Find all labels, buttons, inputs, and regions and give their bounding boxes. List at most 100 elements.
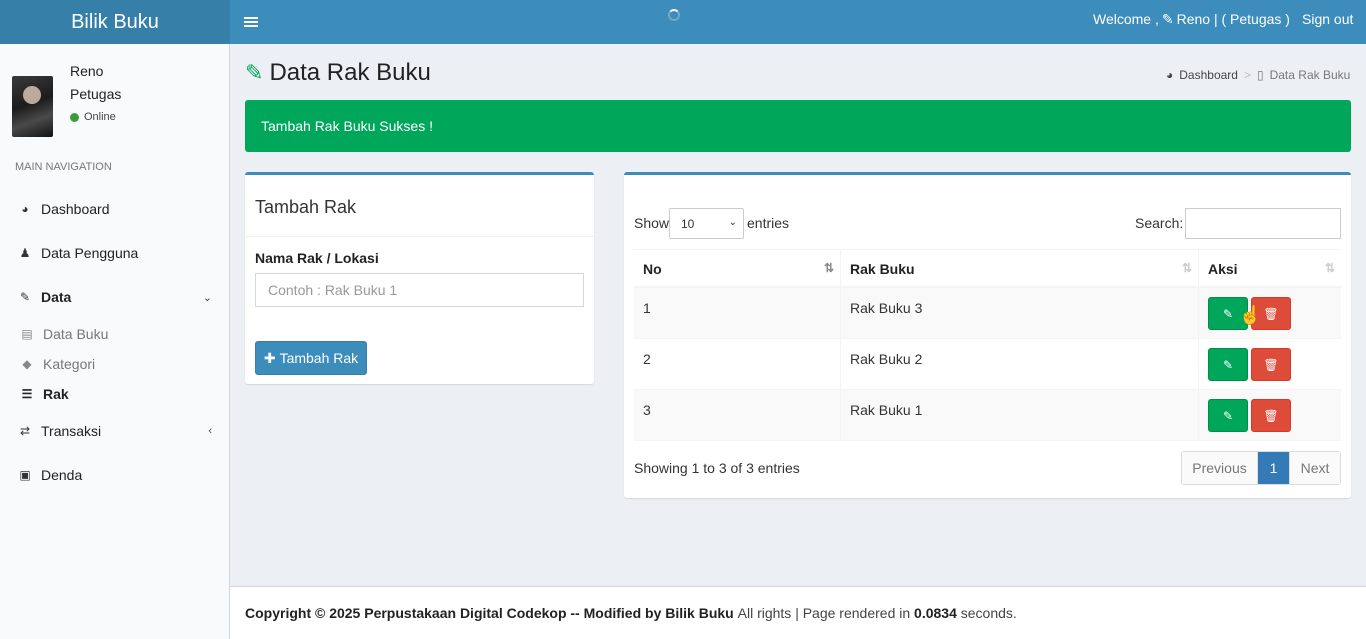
edit-icon: ✎ — [1222, 306, 1234, 321]
edit-button[interactable]: ✎ — [1208, 297, 1248, 330]
column-label: Rak Buku — [850, 261, 915, 277]
chevron-down-icon: ⌄ — [202, 291, 212, 304]
tags-icon: ◆ — [22, 357, 32, 371]
page-1-button[interactable]: 1 — [1258, 452, 1289, 484]
cell-aksi: ✎ 🗑 — [1198, 339, 1341, 390]
breadcrumb-separator: > — [1243, 68, 1251, 82]
show-label: Show — [634, 215, 670, 231]
cell-no: 1 — [643, 300, 651, 316]
book-icon: ▤ — [21, 327, 33, 341]
success-alert: Tambah Rak Buku Sukses ! — [245, 100, 1351, 152]
add-rak-box: Tambah Rak Nama Rak / Lokasi ✚ Tambah Ra… — [245, 172, 594, 384]
page-title: ✎ Data Rak Buku — [245, 59, 431, 87]
footer-rights: All rights | Page rendered in — [737, 605, 911, 621]
rak-table: No ⇅ Rak Buku ⇅ Aksi ⇅ 1 Rak Buku 3 ✎ 🗑 … — [634, 249, 1341, 441]
table-row: 2 Rak Buku 2 ✎ 🗑 — [634, 339, 1341, 390]
delete-button[interactable]: 🗑 — [1251, 348, 1291, 381]
sidebar-subitem-label: Rak — [43, 386, 69, 402]
breadcrumb-current: Data Rak Buku — [1269, 68, 1351, 82]
edit-button[interactable]: ✎ — [1208, 348, 1248, 381]
user-role: Petugas — [70, 86, 122, 102]
dashboard-icon: ◕ — [1166, 68, 1174, 82]
user-icon: ♟ — [19, 246, 31, 260]
edit-icon: ✎ — [1222, 408, 1234, 423]
welcome-text: Welcome , ✎ Reno | ( Petugas ) — [1093, 0, 1290, 38]
cell-no: 3 — [643, 402, 651, 418]
cell-aksi: ✎ 🗑 — [1198, 288, 1341, 339]
tambah-rak-button[interactable]: ✚ Tambah Rak — [255, 341, 367, 375]
pagination: Previous 1 Next — [1181, 451, 1341, 485]
chevron-down-icon: ⌄ — [728, 217, 737, 228]
sidebar-subitem-label: Data Buku — [43, 326, 109, 342]
list-icon: ☰ — [21, 387, 33, 401]
column-header-aksi[interactable]: Aksi ⇅ — [1198, 250, 1341, 288]
sidebar-toggle-icon[interactable] — [244, 12, 258, 32]
delete-button[interactable]: 🗑 — [1251, 399, 1291, 432]
table-header: No ⇅ Rak Buku ⇅ Aksi ⇅ — [634, 249, 1341, 288]
nama-rak-label: Nama Rak / Lokasi — [255, 250, 379, 266]
online-dot-icon — [70, 112, 79, 122]
dashboard-icon: ◕ — [21, 202, 29, 216]
top-navbar: Bilik Buku Welcome , ✎ Reno | ( Petugas … — [0, 0, 1366, 44]
nav-header: MAIN NAVIGATION — [15, 161, 112, 173]
search-label: Search: — [1135, 215, 1184, 231]
cell-aksi: ✎ 🗑 — [1198, 390, 1341, 441]
column-header-no[interactable]: No ⇅ — [634, 250, 840, 288]
sidebar-subitem-label: Kategori — [43, 356, 96, 372]
box-title: Tambah Rak — [255, 197, 357, 217]
divider — [245, 236, 594, 237]
status-label: Online — [84, 111, 116, 123]
page-title-text: Data Rak Buku — [269, 59, 431, 86]
sidebar-item-denda[interactable]: ▣ Denda — [0, 455, 229, 495]
search-input[interactable] — [1185, 208, 1341, 239]
sidebar-item-data[interactable]: ✎ Data ⌄ — [0, 277, 229, 317]
cell-no: 2 — [643, 351, 651, 367]
edit-icon: ✎ — [245, 60, 264, 85]
footer-copyright: Copyright © 2025 Perpustakaan Digital Co… — [245, 605, 734, 621]
cell-rak: Rak Buku 1 — [840, 390, 1198, 441]
sidebar-item-data-pengguna[interactable]: ♟ Data Pengguna — [0, 233, 229, 273]
sidebar-item-label: Transaksi — [41, 423, 102, 439]
column-header-rak-buku[interactable]: Rak Buku ⇅ — [840, 250, 1198, 288]
chevron-left-icon: ‹ — [208, 425, 212, 437]
edit-button[interactable]: ✎ — [1208, 399, 1248, 432]
tambah-rak-label: Tambah Rak — [279, 350, 359, 366]
sidebar-subitem-rak[interactable]: ☰ Rak — [0, 380, 229, 408]
sidebar-item-transaksi[interactable]: ⇄ Transaksi ‹ — [0, 411, 229, 451]
page-size-value: 10 — [681, 216, 695, 231]
entries-label: entries — [747, 215, 790, 231]
cell-rak: Rak Buku 2 — [840, 339, 1198, 390]
previous-page-button[interactable]: Previous — [1182, 452, 1258, 484]
footer-suffix: seconds. — [960, 605, 1017, 621]
nama-rak-input[interactable] — [255, 273, 584, 307]
welcome-user: Reno | ( Petugas ) — [1176, 11, 1290, 27]
trash-icon: 🗑 — [1263, 306, 1279, 321]
breadcrumb: ◕ Dashboard > ▯ Data Rak Buku — [1166, 68, 1350, 82]
signout-link[interactable]: Sign out — [1302, 0, 1353, 38]
welcome-prefix: Welcome , — [1093, 11, 1159, 27]
avatar — [12, 76, 53, 137]
brand-logo[interactable]: Bilik Buku — [0, 0, 230, 44]
sidebar-item-label: Denda — [41, 467, 83, 483]
next-page-button[interactable]: Next — [1289, 452, 1340, 484]
table-row: 3 Rak Buku 1 ✎ 🗑 — [634, 390, 1341, 441]
sort-icon: ⇅ — [1181, 261, 1192, 275]
sort-icon: ⇅ — [1324, 261, 1335, 275]
delete-button[interactable]: 🗑 — [1251, 297, 1291, 330]
table-info: Showing 1 to 3 of 3 entries — [634, 460, 800, 476]
sidebar-item-label: Data — [41, 289, 72, 305]
loading-spinner-icon — [668, 9, 680, 21]
sidebar-item-dashboard[interactable]: ◕ Dashboard — [0, 189, 229, 229]
page-size-select[interactable]: 10 ⌄ — [669, 208, 744, 239]
column-label: No — [643, 261, 662, 277]
sidebar-subitem-kategori[interactable]: ◆ Kategori — [0, 350, 229, 378]
sidebar-subitem-data-buku[interactable]: ▤ Data Buku — [0, 320, 229, 348]
table-row: 1 Rak Buku 3 ✎ 🗑 — [634, 288, 1341, 339]
breadcrumb-dashboard[interactable]: Dashboard — [1179, 68, 1238, 82]
trash-icon: 🗑 — [1263, 357, 1279, 372]
sort-asc-icon: ⇅ — [823, 261, 834, 275]
trash-icon: 🗑 — [1263, 408, 1279, 423]
edit-icon: ✎ — [1161, 10, 1174, 27]
edit-square-icon: ✎ — [19, 290, 31, 304]
sidebar-item-label: Data Pengguna — [41, 245, 139, 261]
